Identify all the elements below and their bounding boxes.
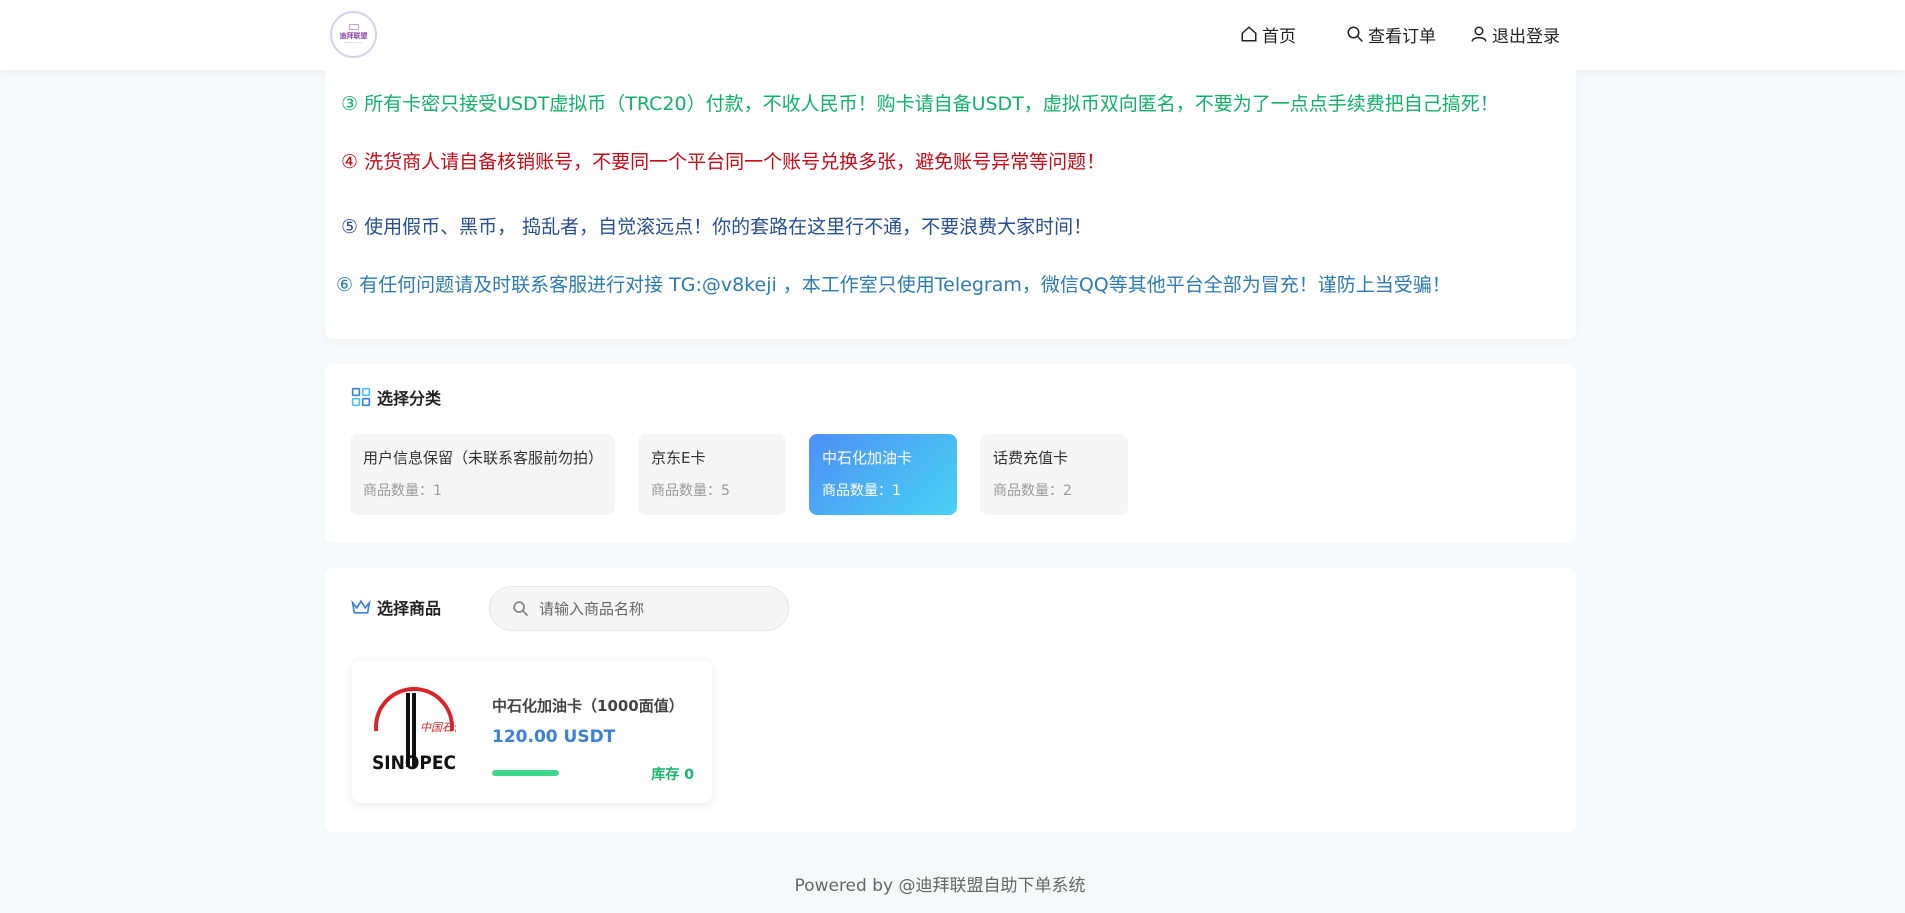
stock-progress-fill — [492, 770, 559, 776]
category-panel: 选择分类 用户信息保留（未联系客服前勿拍） 商品数量：1 京东E卡 商品数量：5… — [325, 364, 1576, 543]
category-name: 京东E卡 — [651, 449, 706, 467]
product-price: 120.00 USDT — [492, 727, 616, 747]
search-icon — [1347, 26, 1364, 43]
notice-item-5: ⑤ 使用假币、黑币， 捣乱者，自觉滚远点！你的套路在这里行不通，不要浪费大家时间… — [341, 216, 1093, 238]
category-section-title: 选择分类 — [351, 385, 441, 409]
nav-logout-label: 退出登录 — [1492, 26, 1560, 47]
category-name: 用户信息保留（未联系客服前勿拍） — [363, 449, 604, 467]
notice-panel: ③ 所有卡密只接受USDT虚拟币（TRC20）付款，不收人民币！购卡请自备USD… — [325, 70, 1576, 339]
category-count: 商品数量：2 — [993, 483, 1072, 499]
grid-icon — [351, 387, 371, 407]
product-card[interactable]: 中国石化 SINOPEC 中石化加油卡（1000面值） 120.00 USDT … — [352, 661, 712, 803]
category-item-phone-recharge[interactable]: 话费充值卡 商品数量：2 — [980, 434, 1128, 515]
notice-item-3: ③ 所有卡密只接受USDT虚拟币（TRC20）付款，不收人民币！购卡请自备USD… — [341, 93, 1499, 115]
notice-item-6: ⑥ 有任何问题请及时联系客服进行对接 TG:@v8keji ，本工作室只使用Te… — [336, 274, 1451, 296]
category-count: 商品数量：5 — [651, 483, 730, 499]
goods-title-label: 选择商品 — [377, 599, 442, 618]
nav-home-link[interactable]: 首页 — [1240, 22, 1296, 47]
category-title-label: 选择分类 — [377, 389, 442, 408]
category-name: 中石化加油卡 — [822, 449, 913, 467]
logo-text: 迪拜联盟 — [339, 32, 368, 40]
search-icon — [513, 601, 529, 617]
nav-home-label: 首页 — [1262, 26, 1296, 47]
logo-cn-text: 中国石化 — [420, 721, 456, 734]
category-item-jd-ecard[interactable]: 京东E卡 商品数量：5 — [638, 434, 786, 515]
logo-subtext: —— —— — [344, 40, 363, 45]
nav-orders-label: 查看订单 — [1368, 26, 1436, 47]
goods-section-title: 选择商品 — [351, 595, 441, 619]
product-stock: 库存 0 — [651, 767, 694, 783]
logo-brand-text: SINOPEC — [372, 752, 456, 774]
notice-item-4: ④ 洗货商人请自备核销账号，不要同一个平台同一个账号兑换多张，避免账号异常等问题… — [341, 151, 1106, 173]
footer-powered-by: Powered by @迪拜联盟自助下单系统 — [794, 876, 1086, 896]
top-navbar: 迪拜联盟 —— —— 首页 查看订单 退出登录 — [0, 0, 1905, 70]
product-search-box[interactable] — [489, 586, 789, 631]
category-count: 商品数量：1 — [822, 483, 901, 499]
category-item-sinopec-card[interactable]: 中石化加油卡 商品数量：1 — [809, 434, 957, 515]
category-item-user-info[interactable]: 用户信息保留（未联系客服前勿拍） 商品数量：1 — [350, 434, 615, 515]
category-count: 商品数量：1 — [363, 483, 442, 499]
logo-mark-icon — [348, 24, 359, 30]
category-name: 话费充值卡 — [993, 449, 1069, 467]
goods-panel: 选择商品 中国石化 SINOPEC 中石化加油卡（1000面值） 120.00 … — [325, 568, 1576, 832]
home-icon — [1241, 26, 1257, 42]
sinopec-logo-image: 中国石化 SINOPEC — [372, 687, 456, 775]
stock-progress-bar — [492, 770, 559, 776]
crown-icon — [351, 599, 371, 614]
product-search-input[interactable] — [539, 599, 759, 618]
nav-orders-link[interactable]: 查看订单 — [1346, 22, 1436, 47]
nav-logout-link[interactable]: 退出登录 — [1470, 22, 1560, 47]
product-name: 中石化加油卡（1000面值） — [492, 697, 684, 715]
user-icon — [1471, 26, 1487, 42]
site-logo[interactable]: 迪拜联盟 —— —— — [330, 11, 377, 58]
